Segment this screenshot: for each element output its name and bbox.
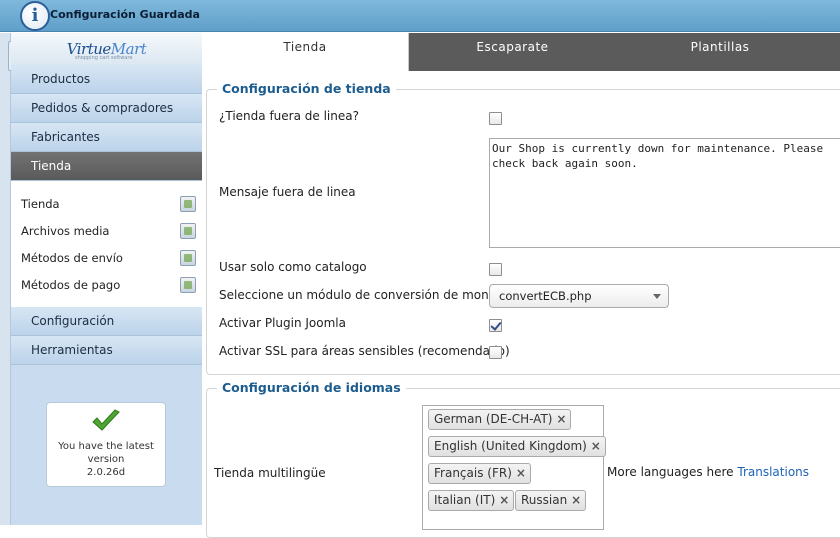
subitem-label: Tienda (21, 197, 60, 211)
sidebar-item-fabricantes[interactable]: Fabricantes (11, 123, 202, 152)
currency-select-value: convertECB.php (499, 289, 592, 303)
ssl-checkbox[interactable] (489, 346, 502, 359)
language-multiselect[interactable]: German (DE-CH-AT) × English (United King… (422, 405, 606, 530)
tab-bar: Tienda Escaparate Plantillas (202, 33, 840, 71)
payment-icon (180, 277, 196, 293)
sidebar-item-herramientas[interactable]: Herramientas (11, 336, 202, 365)
sidebar: VirtueMart shopping cart software Produc… (0, 33, 202, 525)
notification-bar: i Configuración Guardada (0, 0, 840, 32)
offline-label: ¿Tienda fuera de linea? (219, 109, 359, 123)
multilingual-label: Tienda multilingüe (214, 466, 326, 480)
subitem-archivos-media[interactable]: Archivos media (21, 218, 196, 244)
checkmark-icon (92, 409, 120, 431)
language-chip-label: Russian (521, 493, 568, 507)
offline-message-textarea[interactable]: Our Shop is currently down for maintenan… (489, 138, 840, 248)
remove-icon[interactable]: × (516, 464, 526, 483)
language-chip-label: German (DE-CH-AT) (434, 412, 553, 426)
notification-title: Configuración Guardada (50, 8, 200, 21)
more-languages-text: More languages here (607, 465, 734, 479)
info-icon: i (20, 1, 50, 31)
catalog-label: Usar solo como catalogo (219, 260, 367, 274)
language-chip: Français (FR) × (428, 463, 531, 484)
currency-label: Seleccione un módulo de conversión de mo… (219, 288, 512, 302)
more-languages: More languages here Translations (607, 465, 809, 479)
chevron-down-icon (653, 294, 661, 299)
language-chip: German (DE-CH-AT) × (428, 409, 572, 430)
subitem-metodos-envio[interactable]: Métodos de envío (21, 245, 196, 271)
language-chip-label: Français (FR) (434, 466, 512, 480)
version-number: 2.0.26d (86, 467, 126, 478)
subitem-label: Métodos de pago (21, 278, 121, 292)
sidebar-item-pedidos[interactable]: Pedidos & compradores (11, 94, 202, 123)
sidebar-item-tienda[interactable]: Tienda (11, 152, 202, 181)
shop-config-fieldset: Configuración de tienda ¿Tienda fuera de… (206, 81, 840, 375)
language-chip: Russian × (515, 490, 587, 511)
subitem-metodos-pago[interactable]: Métodos de pago (21, 272, 196, 298)
media-icon (180, 223, 196, 239)
subitem-label: Métodos de envío (21, 251, 123, 265)
remove-icon[interactable]: × (591, 437, 601, 456)
translations-link[interactable]: Translations (737, 465, 809, 479)
sidebar-item-configuracion[interactable]: Configuración (11, 307, 202, 336)
language-chip: English (United Kingdom) × (428, 436, 606, 457)
joomla-plugin-label: Activar Plugin Joomla (219, 316, 346, 330)
subitem-tienda[interactable]: Tienda (21, 191, 196, 217)
offline-checkbox[interactable] (489, 112, 502, 125)
language-chip: Italian (IT) × (428, 490, 515, 511)
remove-icon[interactable]: × (556, 410, 566, 429)
tab-escaparate[interactable]: Escaparate (410, 33, 615, 71)
store-icon (180, 196, 196, 212)
currency-select[interactable]: convertECB.php (489, 284, 669, 308)
language-config-legend: Configuración de idiomas (217, 380, 406, 395)
offline-message-label: Mensaje fuera de linea (219, 185, 356, 199)
sidebar-submenu: Tienda Archivos media Métodos de envío M… (11, 181, 202, 308)
subitem-label: Archivos media (21, 224, 110, 238)
remove-icon[interactable]: × (571, 491, 581, 510)
tab-tienda[interactable]: Tienda (202, 33, 409, 71)
language-chip-label: English (United Kingdom) (434, 439, 587, 453)
joomla-plugin-checkbox[interactable] (489, 319, 502, 332)
logo-tagline: shopping cart software (75, 55, 133, 61)
remove-icon[interactable]: × (499, 491, 509, 510)
truck-icon (180, 250, 196, 266)
version-line-1: You have the latest (58, 441, 154, 452)
tab-plantillas[interactable]: Plantillas (615, 33, 825, 71)
shop-config-legend: Configuración de tienda (217, 81, 396, 96)
sidebar-item-productos[interactable]: Productos (11, 65, 202, 94)
sidebar-edge (0, 33, 11, 525)
version-box: You have the latest version 2.0.26d (46, 402, 166, 487)
language-chip-label: Italian (IT) (434, 493, 496, 507)
main-content: Configuración de tienda ¿Tienda fuera de… (202, 71, 840, 538)
ssl-label: Activar SSL para áreas sensibles (recome… (219, 344, 510, 358)
version-line-2: version (87, 454, 125, 465)
logo: VirtueMart shopping cart software (11, 33, 202, 65)
catalog-checkbox[interactable] (489, 263, 502, 276)
